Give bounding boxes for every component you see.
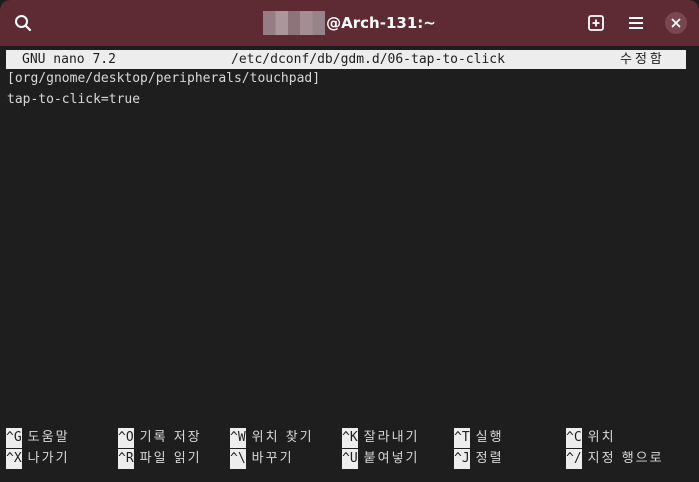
new-tab-icon (588, 15, 604, 31)
shortcut-execute[interactable]: ^T 실행 (454, 428, 504, 448)
shortcut-where-is[interactable]: ^W 위치 찾기 (230, 428, 314, 448)
shortcut-label: 기록 저장 (139, 430, 202, 445)
close-icon (671, 18, 681, 28)
shortcut-write-out[interactable]: ^O 기록 저장 (118, 428, 202, 448)
shortcut-label: 파일 읽기 (139, 451, 202, 466)
shortcut-key: ^R (118, 449, 134, 469)
shortcut-cut[interactable]: ^K 잘라내기 (342, 428, 420, 448)
hamburger-menu-icon (629, 17, 643, 29)
shortcut-label: 지정 행으로 (587, 451, 664, 466)
nano-file-path: /etc/dconf/db/gdm.d/06-tap-to-click (231, 52, 505, 67)
headerbar: @Arch-131:~ (0, 0, 699, 46)
file-line[interactable]: [org/gnome/desktop/peripherals/touchpad] (7, 69, 320, 89)
shortcut-read-file[interactable]: ^R 파일 읽기 (118, 449, 202, 469)
shortcut-location[interactable]: ^C 위치 (566, 428, 616, 448)
shortcut-go-to-line[interactable]: ^/ 지정 행으로 (566, 449, 664, 469)
shortcut-exit[interactable]: ^X 나가기 (6, 449, 70, 469)
shortcut-key: ^T (454, 428, 470, 448)
shortcut-key: ^C (566, 428, 582, 448)
shortcut-label: 바꾸기 (251, 451, 294, 466)
shortcut-replace[interactable]: ^\ 바꾸기 (230, 449, 294, 469)
shortcut-key: ^\ (230, 449, 246, 469)
terminal-area[interactable]: GNU nano 7.2 /etc/dconf/db/gdm.d/06-tap-… (0, 46, 699, 482)
shortcut-label: 위치 찾기 (251, 430, 314, 445)
nano-titlebar: GNU nano 7.2 /etc/dconf/db/gdm.d/06-tap-… (6, 50, 686, 69)
shortcut-paste[interactable]: ^U 붙여넣기 (342, 449, 420, 469)
shortcut-label: 붙여넣기 (363, 451, 420, 466)
shortcut-help[interactable]: ^G 도움말 (6, 428, 70, 448)
shortcut-label: 잘라내기 (363, 430, 420, 445)
shortcut-label: 위치 (587, 430, 616, 445)
shortcut-label: 나가기 (27, 451, 70, 466)
shortcut-label: 실행 (475, 430, 504, 445)
new-tab-button[interactable] (581, 8, 611, 38)
file-line[interactable]: tap-to-click=true (7, 90, 140, 110)
shortcut-key: ^X (6, 449, 22, 469)
window-title-host: @Arch-131:~ (326, 14, 436, 32)
shortcut-key: ^W (230, 428, 246, 448)
shortcut-key: ^J (454, 449, 470, 469)
nano-modified-status: 수정함 (620, 52, 665, 67)
shortcut-key: ^K (342, 428, 358, 448)
shortcut-key: ^U (342, 449, 358, 469)
terminal-window: @Arch-131:~ GNU nano 7.2 /etc/dconf/db/g… (0, 0, 699, 482)
shortcut-label: 도움말 (27, 430, 70, 445)
nano-version: GNU nano 7.2 (22, 52, 116, 67)
redacted-username (263, 11, 326, 35)
close-button[interactable] (665, 12, 687, 34)
shortcut-key: ^O (118, 428, 134, 448)
menu-button[interactable] (621, 8, 651, 38)
shortcut-key: ^/ (566, 449, 582, 469)
shortcut-justify[interactable]: ^J 정렬 (454, 449, 504, 469)
shortcut-label: 정렬 (475, 451, 504, 466)
shortcut-key: ^G (6, 428, 22, 448)
